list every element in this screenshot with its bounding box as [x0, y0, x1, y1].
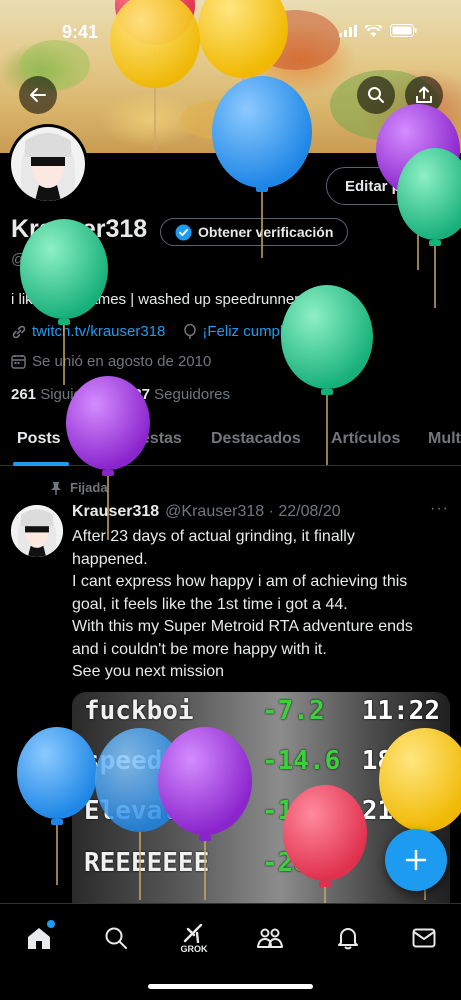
profile-avatar[interactable]	[8, 124, 88, 204]
tab-replies[interactable]: Respuestas	[92, 430, 182, 448]
plus-icon	[405, 849, 427, 871]
get-verified-button[interactable]: Obtener verificación	[160, 218, 349, 246]
split-diff: -14	[262, 796, 309, 826]
nav-communities[interactable]	[250, 918, 290, 958]
status-bar: 9:41	[0, 0, 461, 60]
nav-search[interactable]	[96, 918, 136, 958]
get-verified-label: Obtener verificación	[198, 224, 334, 240]
post-line: See you next mission	[72, 663, 225, 680]
post-avatar-image	[11, 505, 63, 557]
split-name: REEEEEEE	[84, 848, 210, 878]
following-label: Siguiendo	[40, 386, 107, 403]
signal-icon	[339, 24, 357, 37]
split-name: Elevator	[84, 796, 210, 826]
split-diff: -14.6	[262, 746, 341, 776]
split-diff: -28	[262, 848, 309, 878]
birthday-text[interactable]: ¡Feliz cumpleaños!	[202, 323, 328, 340]
grok-icon	[183, 923, 203, 943]
avatar-image	[11, 127, 85, 201]
nav-messages[interactable]	[404, 918, 444, 958]
split-row: speedy -14.6 18:57	[72, 742, 450, 792]
profile-handle: @Krauser318	[11, 251, 104, 268]
post-handle-date: @Krauser318 · 22/08/20	[165, 503, 341, 520]
post-line: happened.	[72, 550, 148, 568]
grok-label: GROK	[180, 943, 208, 954]
edit-profile-button[interactable]: Editar perfil	[326, 167, 461, 205]
link-icon	[12, 325, 26, 338]
website-item[interactable]: twitch.tv/krauser318	[11, 323, 165, 340]
post-line: goal, it feels like the 1st time i got a…	[72, 595, 348, 613]
nav-home[interactable]	[19, 918, 59, 958]
post-line: After 23 days of actual grinding, it fin…	[72, 528, 355, 545]
split-row: fuckboi -7.2 11:22	[72, 692, 450, 742]
search-button[interactable]	[357, 76, 395, 114]
split-name: speedy	[84, 746, 178, 776]
profile-display-name: Krauser318	[11, 215, 148, 243]
arrow-left-icon	[30, 88, 46, 102]
home-indicator[interactable]	[148, 984, 313, 989]
profile-tabs: Posts Respuestas Destacados Artículos Mu…	[0, 418, 461, 466]
followers-link[interactable]: 527 Seguidores	[125, 386, 230, 403]
post-line: With this my Super Metroid RTA adventure…	[72, 618, 413, 635]
post-avatar[interactable]	[11, 505, 63, 557]
follow-counts: 261 Siguiendo 527 Seguidores	[11, 386, 230, 403]
status-icons	[339, 24, 417, 37]
tab-articles[interactable]: Artículos	[331, 430, 400, 448]
share-button[interactable]	[405, 76, 443, 114]
split-name: fuckboi	[84, 696, 194, 726]
share-icon	[416, 86, 432, 103]
active-tab-indicator	[13, 462, 69, 466]
profile-meta: twitch.tv/krauser318 ¡Feliz cumpleaños!	[11, 323, 328, 340]
split-diff: -7.2	[262, 696, 325, 726]
following-link[interactable]: 261 Siguiendo	[11, 386, 107, 403]
profile-bio: i like videogames | washed up speedrunne…	[11, 291, 300, 308]
birthday-item[interactable]: ¡Feliz cumpleaños!	[183, 323, 328, 340]
tab-highlights[interactable]: Destacados	[211, 430, 301, 448]
pinned-label: Fijada	[50, 480, 108, 495]
followers-label: Seguidores	[154, 386, 231, 403]
status-time: 9:41	[62, 22, 99, 42]
post-line: and i couldn't be more happy with it.	[72, 640, 327, 658]
pin-icon	[51, 481, 61, 495]
post-media-image[interactable]: fuckboi -7.2 11:22 speedy -14.6 18:57 El…	[72, 692, 450, 932]
home-icon	[28, 928, 50, 949]
joined-date: Se unió en agosto de 2010	[11, 353, 211, 370]
joined-text: Se unió en agosto de 2010	[32, 353, 212, 370]
messages-icon	[412, 928, 436, 948]
post-text: After 23 days of actual grinding, it fin…	[72, 526, 454, 684]
home-notification-dot	[47, 920, 55, 928]
post-more-button[interactable]: ···	[430, 500, 449, 518]
wifi-icon	[365, 24, 382, 37]
balloon-icon	[184, 323, 197, 339]
split-time: 11:22	[361, 696, 440, 726]
verified-badge-icon	[175, 224, 192, 240]
nav-grok[interactable]: GROK	[174, 918, 214, 958]
search-icon	[368, 87, 384, 103]
tab-media[interactable]: Mult	[428, 430, 461, 448]
battery-icon	[390, 24, 417, 37]
post-author-name[interactable]: Krauser318	[72, 503, 159, 521]
search-icon	[105, 927, 127, 949]
notifications-icon	[338, 928, 358, 950]
tab-posts[interactable]: Posts	[17, 430, 61, 448]
split-time: 18:57	[361, 746, 440, 776]
back-button[interactable]	[19, 76, 57, 114]
calendar-icon	[11, 355, 26, 369]
split-time: 21:06	[361, 796, 440, 826]
followers-count: 527	[124, 386, 150, 403]
post-header: Krauser318 @Krauser318 · 22/08/20	[72, 503, 341, 521]
compose-post-button[interactable]	[385, 829, 447, 891]
pinned-text: Fijada	[70, 480, 108, 495]
communities-icon	[257, 928, 283, 948]
split-row: Elevator -14 21:06	[72, 792, 450, 842]
website-link[interactable]: twitch.tv/krauser318	[32, 323, 165, 340]
following-count: 261	[11, 386, 37, 403]
post-line: I cant express how happy i am of achievi…	[72, 573, 408, 590]
nav-notifications[interactable]	[328, 918, 368, 958]
